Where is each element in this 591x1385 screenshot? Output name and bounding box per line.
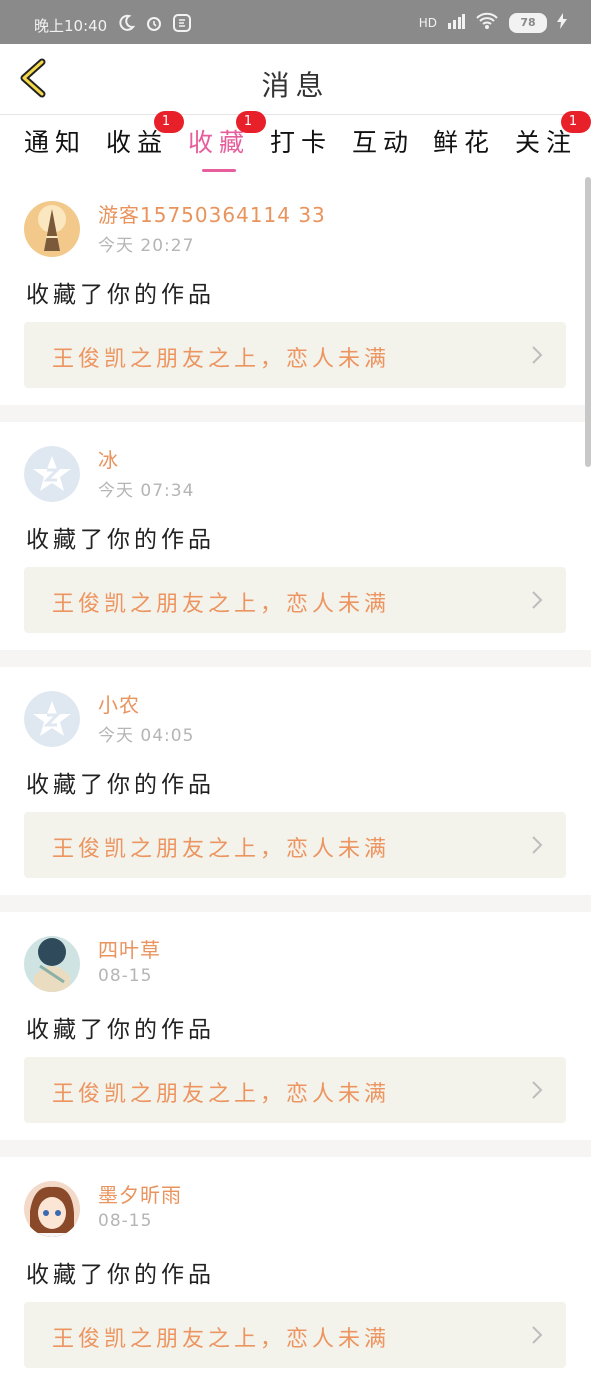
charging-icon [557, 13, 567, 32]
avatar[interactable] [24, 1181, 80, 1237]
user-name[interactable]: 四叶草 [98, 934, 161, 963]
work-title: 王俊凯之朋友之上，恋人未满 [52, 837, 391, 862]
message-card: 小农 今天 04:05 收藏了你的作品 王俊凯之朋友之上，恋人未满 [0, 667, 591, 895]
unread-badge: 1 [154, 111, 184, 133]
alarm-icon [145, 14, 163, 36]
wifi-icon [475, 12, 499, 33]
unread-badge: 1 [236, 111, 266, 133]
tab-notifications[interactable]: 通知 [24, 123, 86, 171]
user-name[interactable]: 小农 [98, 689, 140, 718]
timestamp: 今天 20:27 [98, 236, 195, 256]
timestamp: 今天 07:34 [98, 481, 195, 501]
tab-interaction[interactable]: 互动 [352, 123, 414, 171]
chevron-right-icon [532, 1326, 543, 1344]
avatar[interactable] [24, 446, 80, 502]
work-title: 王俊凯之朋友之上，恋人未满 [52, 347, 391, 372]
action-text: 收藏了你的作品 [26, 1262, 215, 1288]
work-link[interactable]: 王俊凯之朋友之上，恋人未满 [24, 567, 566, 633]
unread-badge: 1 [561, 111, 591, 133]
work-title: 王俊凯之朋友之上，恋人未满 [52, 592, 391, 617]
tab-bar: 通知 收益 1 收藏 1 打卡 互动 鲜花 关注 1 [0, 111, 591, 177]
work-link[interactable]: 王俊凯之朋友之上，恋人未满 [24, 1057, 566, 1123]
avatar[interactable] [24, 936, 80, 992]
work-title: 王俊凯之朋友之上，恋人未满 [52, 1082, 391, 1107]
action-text: 收藏了你的作品 [26, 1017, 215, 1043]
timestamp: 08-15 [98, 1211, 153, 1231]
chevron-right-icon [532, 591, 543, 609]
chevron-right-icon [532, 1081, 543, 1099]
message-card: 墨夕昕雨 08-15 收藏了你的作品 王俊凯之朋友之上，恋人未满 [0, 1157, 591, 1385]
battery-icon: 78 [509, 12, 547, 33]
message-card: 四叶草 08-15 收藏了你的作品 王俊凯之朋友之上，恋人未满 [0, 912, 591, 1140]
work-link[interactable]: 王俊凯之朋友之上，恋人未满 [24, 322, 566, 388]
tab-earnings[interactable]: 收益 1 [106, 111, 184, 171]
action-text: 收藏了你的作品 [26, 772, 215, 798]
message-card: 冰 今天 07:34 收藏了你的作品 王俊凯之朋友之上，恋人未满 [0, 422, 591, 650]
tab-favorites[interactable]: 收藏 1 [188, 111, 266, 172]
status-time: 晚上10:40 [34, 16, 108, 35]
timestamp: 今天 04:05 [98, 726, 195, 746]
status-bar: 晚上10:40 HD 78 [0, 0, 591, 44]
scrollbar[interactable] [585, 177, 591, 467]
header-bar: 消息 [0, 44, 591, 115]
tab-checkin[interactable]: 打卡 [270, 123, 332, 171]
chevron-right-icon [532, 836, 543, 854]
network-type: HD [418, 15, 437, 30]
tab-flowers[interactable]: 鲜花 [433, 123, 495, 171]
moon-icon [117, 14, 136, 36]
user-name[interactable]: 冰 [98, 444, 119, 473]
page-title: 消息 [261, 69, 330, 102]
work-link[interactable]: 王俊凯之朋友之上，恋人未满 [24, 812, 566, 878]
action-text: 收藏了你的作品 [26, 527, 215, 553]
work-link[interactable]: 王俊凯之朋友之上，恋人未满 [24, 1302, 566, 1368]
user-name[interactable]: 游客15750364114 33 [98, 199, 326, 228]
action-text: 收藏了你的作品 [26, 282, 215, 308]
avatar[interactable] [24, 201, 80, 257]
chevron-right-icon [532, 346, 543, 364]
tab-following[interactable]: 关注 1 [515, 111, 591, 171]
message-card: 游客15750364114 33 今天 20:27 收藏了你的作品 王俊凯之朋友… [0, 177, 591, 405]
user-name[interactable]: 墨夕昕雨 [98, 1179, 182, 1208]
active-tab-indicator [202, 169, 237, 172]
signal-icon [447, 13, 465, 32]
timestamp: 08-15 [98, 966, 153, 986]
app-notification-icon [173, 14, 192, 36]
avatar[interactable] [24, 691, 80, 747]
work-title: 王俊凯之朋友之上，恋人未满 [52, 1327, 391, 1352]
